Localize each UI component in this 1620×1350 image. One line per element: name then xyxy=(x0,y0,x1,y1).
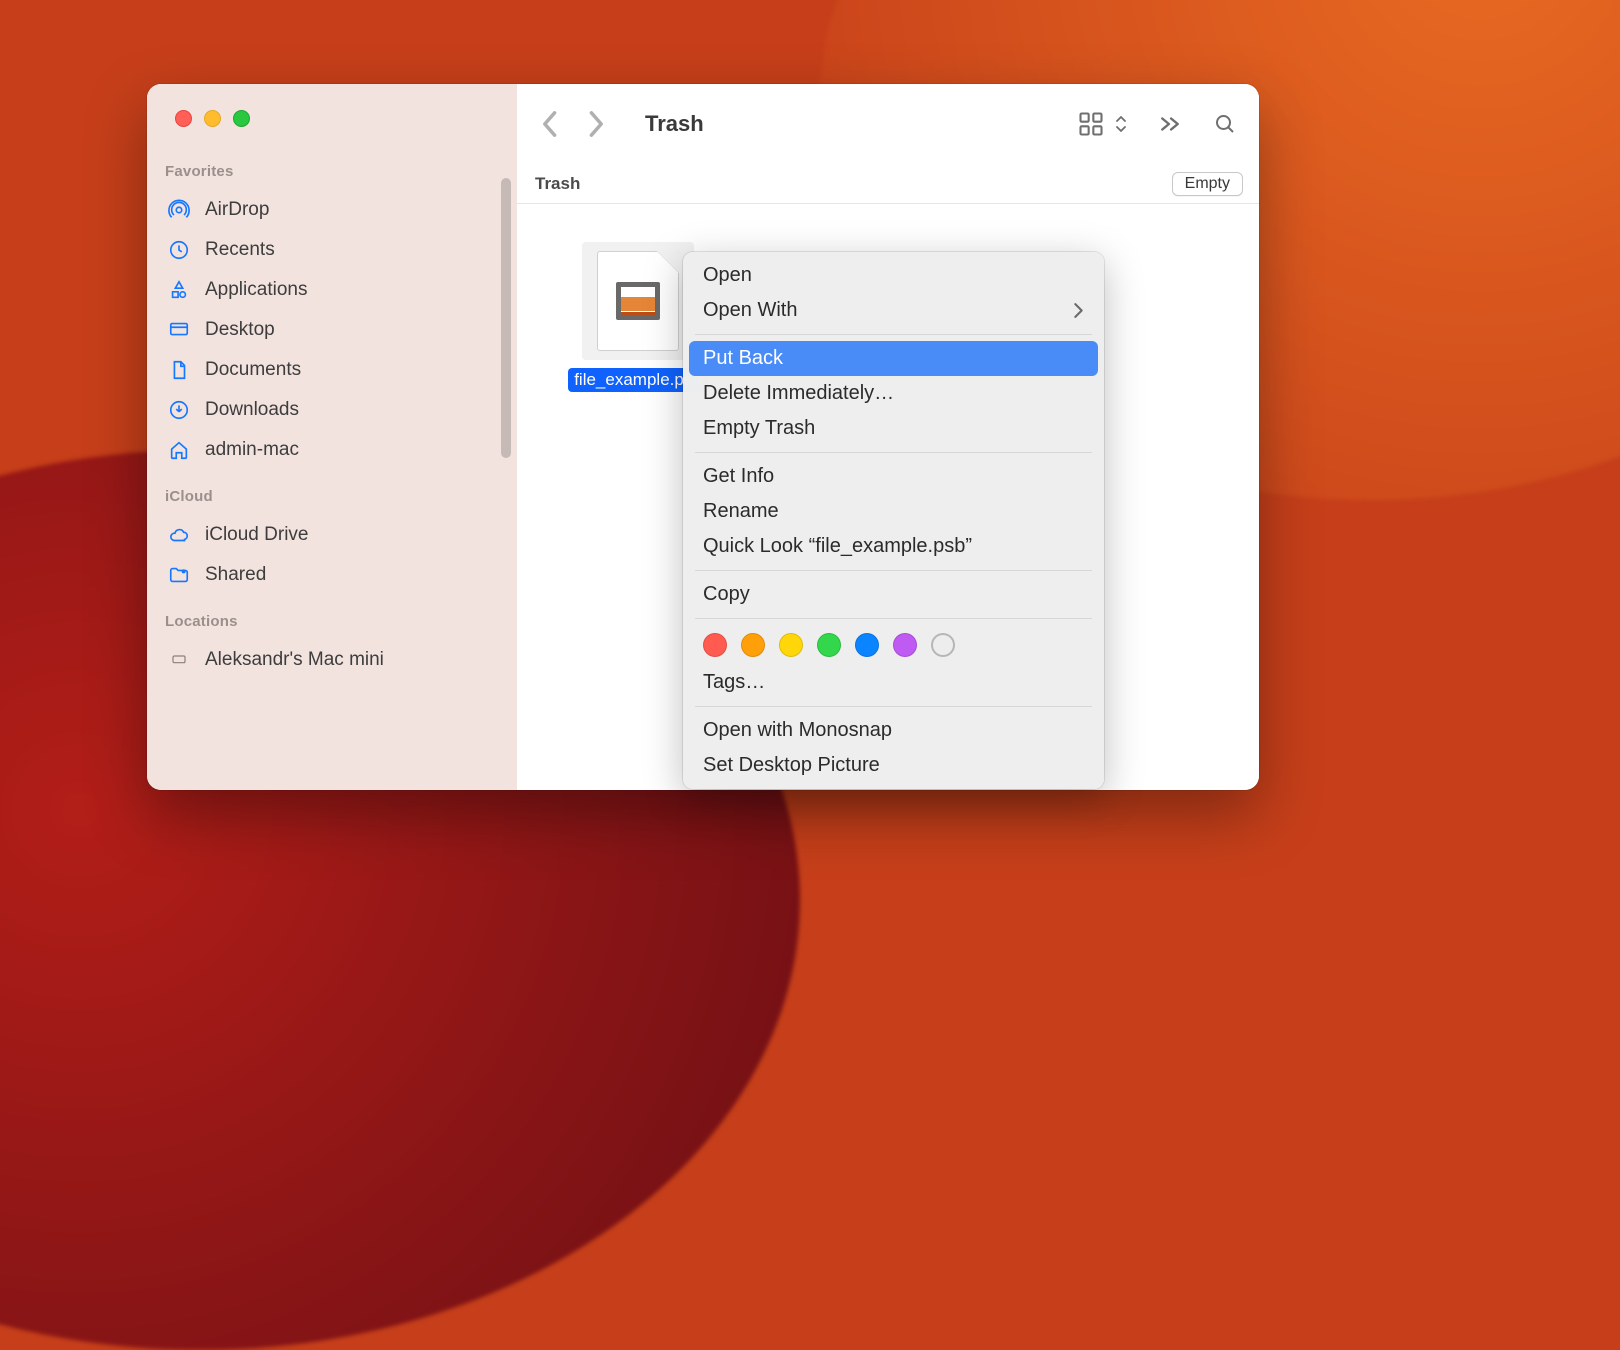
ctx-put-back[interactable]: Put Back xyxy=(689,341,1098,376)
cloud-icon xyxy=(167,523,191,547)
mac-mini-icon xyxy=(167,648,191,672)
sidebar-item-recents[interactable]: Recents xyxy=(147,230,517,270)
back-button[interactable] xyxy=(539,110,559,138)
sidebar-item-label: iCloud Drive xyxy=(205,524,308,546)
sidebar-item-downloads[interactable]: Downloads xyxy=(147,390,517,430)
file-thumbnail xyxy=(582,242,694,360)
ctx-empty-trash[interactable]: Empty Trash xyxy=(683,411,1104,446)
sidebar-item-desktop[interactable]: Desktop xyxy=(147,310,517,350)
forward-button[interactable] xyxy=(587,110,607,138)
ctx-separator xyxy=(695,334,1092,335)
ctx-separator xyxy=(695,570,1092,571)
ctx-separator xyxy=(695,452,1092,453)
sidebar-item-label: Aleksandr's Mac mini xyxy=(205,649,384,671)
sidebar-item-label: Shared xyxy=(205,564,266,586)
sidebar-item-home[interactable]: admin-mac xyxy=(147,430,517,470)
sidebar-item-label: Recents xyxy=(205,239,275,261)
view-switcher[interactable] xyxy=(1077,110,1127,138)
sidebar-item-label: Applications xyxy=(205,279,307,301)
sidebar-item-label: Downloads xyxy=(205,399,299,421)
sidebar-section-icloud: iCloud xyxy=(165,488,517,505)
ctx-separator xyxy=(695,618,1092,619)
sidebar-item-label: admin-mac xyxy=(205,439,299,461)
ctx-rename[interactable]: Rename xyxy=(683,494,1104,529)
ctx-delete-immediately[interactable]: Delete Immediately… xyxy=(683,376,1104,411)
location-title: Trash xyxy=(535,174,580,194)
chevron-updown-icon xyxy=(1115,114,1127,134)
location-header: Trash Empty xyxy=(517,164,1259,204)
sidebar-item-icloud-drive[interactable]: iCloud Drive xyxy=(147,515,517,555)
sidebar-item-label: Documents xyxy=(205,359,301,381)
sidebar-scrollbar[interactable] xyxy=(501,178,511,458)
sidebar-section-locations: Locations xyxy=(165,613,517,630)
window-controls xyxy=(175,110,517,127)
clock-icon xyxy=(167,238,191,262)
ctx-get-info[interactable]: Get Info xyxy=(683,459,1104,494)
zoom-window-button[interactable] xyxy=(233,110,250,127)
ctx-copy[interactable]: Copy xyxy=(683,577,1104,612)
download-icon xyxy=(167,398,191,422)
airdrop-icon xyxy=(167,198,191,222)
shared-folder-icon xyxy=(167,563,191,587)
minimize-window-button[interactable] xyxy=(204,110,221,127)
desktop-icon xyxy=(167,318,191,342)
sidebar-item-applications[interactable]: Applications xyxy=(147,270,517,310)
context-menu: Open Open With Put Back Delete Immediate… xyxy=(683,252,1104,789)
ctx-open[interactable]: Open xyxy=(683,258,1104,293)
tag-color-dot[interactable] xyxy=(779,633,803,657)
ctx-open-with[interactable]: Open With xyxy=(683,293,1104,328)
ctx-tags[interactable]: Tags… xyxy=(683,665,1104,700)
tag-color-dot[interactable] xyxy=(703,633,727,657)
sidebar-item-shared[interactable]: Shared xyxy=(147,555,517,595)
ctx-quick-look[interactable]: Quick Look “file_example.psb” xyxy=(683,529,1104,564)
ctx-open-monosnap[interactable]: Open with Monosnap xyxy=(683,713,1104,748)
sidebar-section-favorites: Favorites xyxy=(165,163,517,180)
close-window-button[interactable] xyxy=(175,110,192,127)
search-button[interactable] xyxy=(1213,112,1237,136)
tag-none-dot[interactable] xyxy=(931,633,955,657)
tag-color-dot[interactable] xyxy=(741,633,765,657)
tag-color-dot[interactable] xyxy=(855,633,879,657)
sidebar-item-documents[interactable]: Documents xyxy=(147,350,517,390)
home-icon xyxy=(167,438,191,462)
tag-color-dot[interactable] xyxy=(817,633,841,657)
window-title: Trash xyxy=(645,111,704,137)
toolbar: Trash xyxy=(517,84,1259,164)
empty-trash-button[interactable]: Empty xyxy=(1172,172,1243,196)
sidebar-item-device[interactable]: Aleksandr's Mac mini xyxy=(147,640,517,680)
sidebar-item-airdrop[interactable]: AirDrop xyxy=(147,190,517,230)
ctx-set-desktop-picture[interactable]: Set Desktop Picture xyxy=(683,748,1104,783)
ctx-separator xyxy=(695,706,1092,707)
sidebar: Favorites AirDrop Recents Applications D… xyxy=(147,84,517,790)
tag-color-dot[interactable] xyxy=(893,633,917,657)
toolbar-overflow-button[interactable] xyxy=(1159,116,1181,132)
sidebar-item-label: Desktop xyxy=(205,319,275,341)
ctx-tag-colors xyxy=(683,625,1104,665)
applications-icon xyxy=(167,278,191,302)
chevron-right-icon xyxy=(1073,302,1084,319)
sidebar-item-label: AirDrop xyxy=(205,199,269,221)
document-icon xyxy=(167,358,191,382)
